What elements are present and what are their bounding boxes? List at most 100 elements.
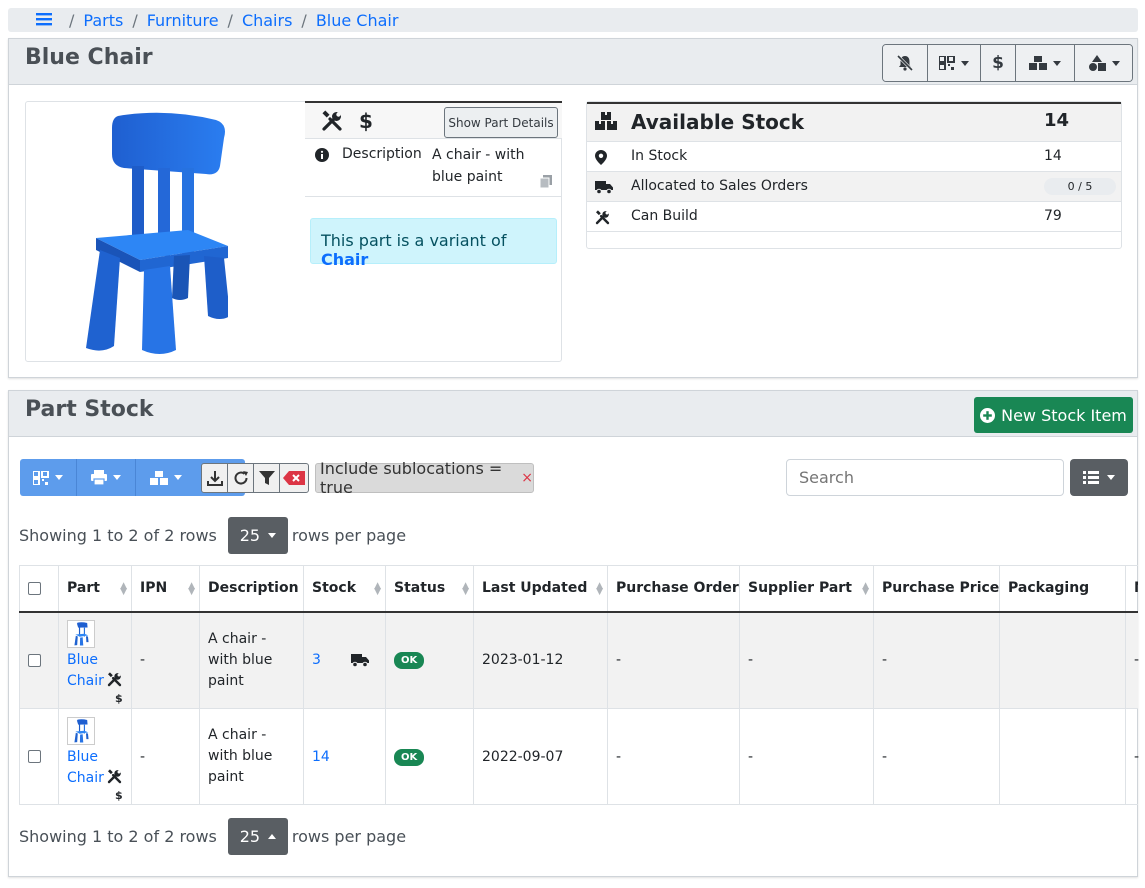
chevron-down-icon xyxy=(1107,475,1115,480)
chevron-down-icon xyxy=(1111,60,1120,66)
select-all-header xyxy=(19,565,59,613)
pricing-button[interactable]: $ xyxy=(981,45,1016,81)
sort-icon: ▲ ▼ xyxy=(374,581,381,597)
in-stock-value: 14 xyxy=(1044,148,1062,164)
notes-cell: - xyxy=(1125,708,1139,805)
breadcrumb-chairs[interactable]: Chairs xyxy=(242,11,292,30)
column-label: Status xyxy=(394,580,446,597)
pagination-top: Showing 1 to 2 of 2 rows 25 rows per pag… xyxy=(19,517,406,554)
column-label: IPN xyxy=(140,580,168,597)
filter-chip-remove[interactable]: × xyxy=(521,470,533,486)
refresh-button[interactable] xyxy=(228,464,254,492)
notifications-toggle-button[interactable] xyxy=(883,45,928,81)
column-header-description[interactable]: Description xyxy=(199,565,304,613)
tools-icon xyxy=(107,768,122,784)
chevron-down-icon xyxy=(113,475,121,480)
tools-icon xyxy=(321,110,343,132)
refresh-icon xyxy=(233,470,249,486)
variant-template-link[interactable]: Chair xyxy=(321,250,368,269)
description-label: Description xyxy=(342,146,422,162)
part-shapes-actions-button[interactable] xyxy=(1075,45,1132,81)
column-header-notes[interactable]: No xyxy=(1125,565,1138,613)
shapes-icon xyxy=(1088,55,1106,71)
menu-icon[interactable] xyxy=(36,12,52,26)
column-header-part[interactable]: Part ▲ ▼ xyxy=(58,565,132,613)
last-updated-cell: 2023-01-12 xyxy=(473,611,608,709)
stock-actions-button[interactable] xyxy=(1016,45,1075,81)
chevron-down-icon xyxy=(961,60,969,66)
available-stock-label: Available Stock xyxy=(631,110,805,134)
column-header-purchase-order[interactable]: Purchase Order xyxy=(607,565,740,613)
available-stock-value: 14 xyxy=(1044,110,1070,131)
copy-icon[interactable] xyxy=(540,175,552,188)
breadcrumb-parts[interactable]: Parts xyxy=(83,11,123,30)
map-marker-icon xyxy=(595,150,607,165)
sublocations-filter-chip[interactable]: Include sublocations = true × xyxy=(315,459,534,497)
show-part-details-button[interactable]: Show Part Details xyxy=(444,107,558,138)
status-badge: OK xyxy=(394,652,425,670)
ipn-cell: - xyxy=(131,708,200,805)
chevron-down-icon xyxy=(268,533,277,538)
search-input[interactable] xyxy=(786,459,1064,496)
last-updated-cell: 2022-09-07 xyxy=(473,708,608,805)
column-header-supplier-part[interactable]: Supplier Part ▲ ▼ xyxy=(739,565,874,613)
dollar-icon: $ xyxy=(115,692,123,706)
breadcrumb-blue-chair[interactable]: Blue Chair xyxy=(316,11,399,30)
boxes-icon xyxy=(595,112,617,130)
column-label: Part xyxy=(67,580,100,597)
description-value: A chair - with blue paint xyxy=(432,147,525,185)
download-button[interactable] xyxy=(202,464,228,492)
stock-options-menu-button[interactable] xyxy=(136,459,196,496)
stock-cell: 14 xyxy=(303,708,386,805)
supplier-part-cell: - xyxy=(739,611,874,709)
filter-button[interactable] xyxy=(254,464,280,492)
part-cell: Blue Chair $ xyxy=(58,611,132,709)
column-header-ipn[interactable]: IPN ▲ ▼ xyxy=(131,565,200,613)
stock-quantity-link[interactable]: 3 xyxy=(312,652,321,668)
supplier-part-cell: - xyxy=(739,708,874,805)
column-label: Purchase Price xyxy=(882,580,1000,597)
chair-thumbnail-icon[interactable] xyxy=(67,716,95,745)
purchase-price-cell: - xyxy=(873,611,1000,709)
filter-chip-label: Include sublocations = true xyxy=(320,459,503,497)
column-header-packaging[interactable]: Packaging xyxy=(999,565,1126,613)
new-stock-item-button[interactable]: New Stock Item xyxy=(974,397,1133,433)
status-badge: OK xyxy=(394,748,425,766)
rows-per-page-select[interactable]: 25 xyxy=(227,517,288,554)
row-select-cell xyxy=(19,708,59,805)
stock-quantity-link[interactable]: 14 xyxy=(312,749,330,765)
variant-text: This part is a variant of xyxy=(321,231,507,250)
chevron-up-icon xyxy=(268,834,277,839)
can-build-label: Can Build xyxy=(631,208,698,224)
column-header-purchase-price[interactable]: Purchase Price xyxy=(873,565,1000,613)
barcode-menu-button[interactable] xyxy=(20,459,77,496)
columns-toggle-button[interactable] xyxy=(1070,459,1128,496)
chair-image-icon[interactable] xyxy=(78,110,228,355)
row-checkbox[interactable] xyxy=(28,653,41,667)
print-menu-button[interactable] xyxy=(77,459,136,496)
breadcrumb-furniture[interactable]: Furniture xyxy=(147,11,219,30)
dollar-icon: $ xyxy=(992,53,1004,73)
part-link[interactable]: Blue Chair xyxy=(67,747,107,789)
row-checkbox[interactable] xyxy=(28,750,41,763)
chair-thumbnail-icon[interactable] xyxy=(67,620,95,649)
qrcode-icon xyxy=(939,56,955,70)
rows-per-page-label: rows per page xyxy=(291,827,407,846)
barcode-actions-button[interactable] xyxy=(928,45,981,81)
description-cell: A chair - with blue paint xyxy=(199,708,304,805)
select-all-checkbox[interactable] xyxy=(28,581,41,595)
column-header-last-updated[interactable]: Last Updated ▲ ▼ xyxy=(473,565,608,613)
rows-per-page-select[interactable]: 25 xyxy=(227,818,288,855)
table-row[interactable]: Blue Chair $ - A chair - with blue paint… xyxy=(19,708,1139,805)
column-header-stock[interactable]: Stock ▲ ▼ xyxy=(303,565,386,613)
column-header-status[interactable]: Status ▲ ▼ xyxy=(385,565,474,613)
part-link[interactable]: Blue Chair xyxy=(67,650,107,692)
plus-circle-icon xyxy=(980,407,996,423)
part-detail-panel: Blue Chair $ $ Show Part Details Descrip… xyxy=(8,38,1138,378)
part-stock-panel: Part Stock New Stock Item Include subloc… xyxy=(8,390,1139,877)
clear-filters-button[interactable] xyxy=(280,464,308,492)
in-stock-label: In Stock xyxy=(631,148,688,164)
truck-icon xyxy=(351,653,369,667)
table-row[interactable]: Blue Chair $ - A chair - with blue paint… xyxy=(19,611,1139,709)
truck-icon xyxy=(595,180,613,194)
